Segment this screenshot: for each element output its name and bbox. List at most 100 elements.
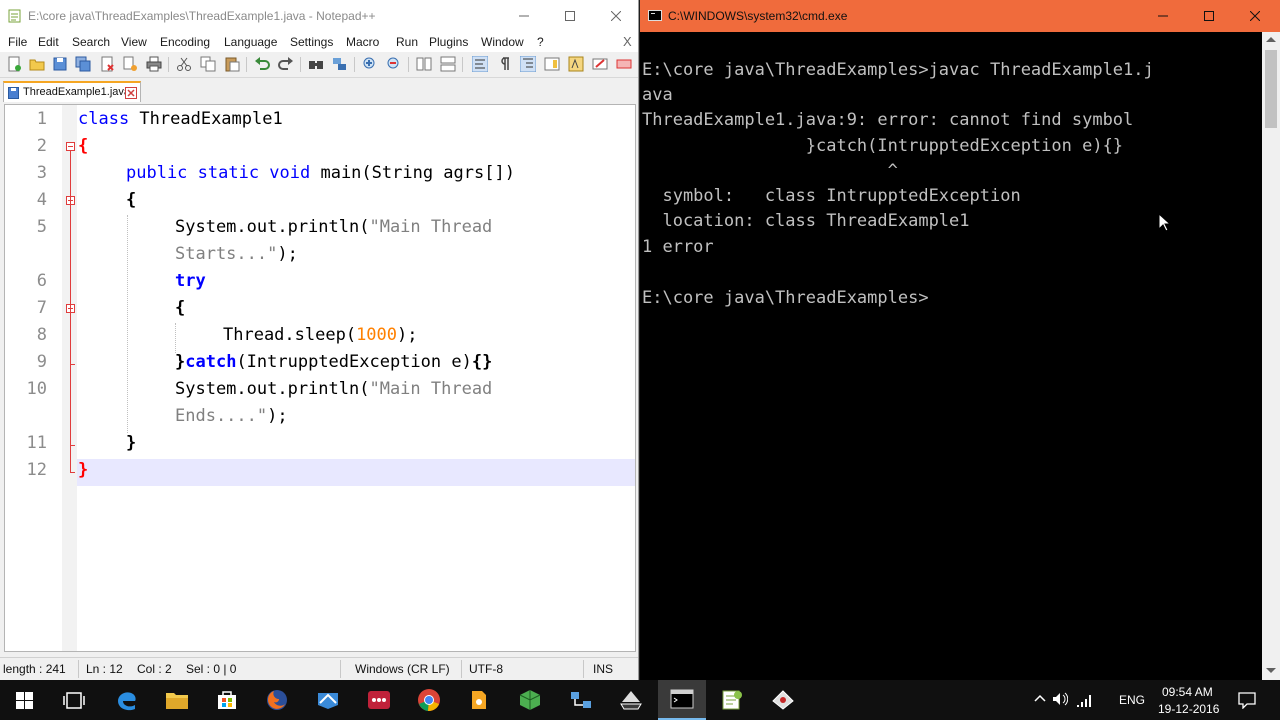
line-number: 12 <box>26 460 47 480</box>
find-icon[interactable] <box>308 56 324 72</box>
menu-run[interactable]: Run <box>396 35 418 49</box>
brace: } <box>78 460 89 480</box>
clock-time[interactable]: 09:54 AM <box>1162 685 1213 699</box>
tab-close-icon[interactable] <box>125 87 137 99</box>
wifi-icon[interactable] <box>1076 692 1092 708</box>
menu-view[interactable]: View <box>121 35 147 49</box>
indent-guide-icon[interactable] <box>520 56 536 72</box>
save-icon[interactable] <box>52 56 68 72</box>
menu-edit[interactable]: Edit <box>38 35 59 49</box>
task-view-button[interactable] <box>50 680 98 720</box>
status-separator <box>78 660 79 678</box>
menu-plugins[interactable]: Plugins <box>429 35 468 49</box>
status-length: length : 241 <box>3 662 66 676</box>
sync-horizontal-icon[interactable] <box>440 56 456 72</box>
macro-record-icon[interactable] <box>592 56 608 72</box>
taskbar-edge[interactable] <box>103 680 151 720</box>
menu-search[interactable]: Search <box>72 35 110 49</box>
toolbar-separator <box>168 57 169 72</box>
menu-encoding[interactable]: Encoding <box>160 35 210 49</box>
maximize-button[interactable] <box>547 0 593 32</box>
copy-icon[interactable] <box>200 56 216 72</box>
close-window-button[interactable] <box>593 0 638 32</box>
cmd-maximize-button[interactable] <box>1186 0 1232 32</box>
status-encoding[interactable]: UTF-8 <box>469 662 503 676</box>
code-line-2: { <box>78 136 88 156</box>
scroll-thumb[interactable] <box>1265 50 1277 128</box>
close-icon <box>611 11 621 21</box>
tab-label: ThreadExample1.java <box>23 86 131 98</box>
notepad-title-bar[interactable]: E:\core java\ThreadExamples\ThreadExampl… <box>0 0 638 32</box>
notepad-app-icon <box>8 9 21 23</box>
cmd-close-button[interactable] <box>1232 0 1278 32</box>
cmd-console-output[interactable]: E:\core java\ThreadExamples>javac Thread… <box>640 32 1262 680</box>
show-all-characters-icon[interactable] <box>496 56 512 72</box>
paste-icon[interactable] <box>224 56 240 72</box>
taskbar-chrome[interactable] <box>405 680 453 720</box>
close-file-icon[interactable] <box>99 56 115 72</box>
close-all-icon[interactable] <box>122 56 138 72</box>
minimize-button[interactable] <box>501 0 547 32</box>
taskbar-file-explorer[interactable] <box>153 680 201 720</box>
line-number: 4 <box>36 190 47 210</box>
menu-file[interactable]: File <box>8 35 27 49</box>
replace-icon[interactable] <box>332 56 348 72</box>
scroll-up-arrow-icon[interactable] <box>1266 37 1276 42</box>
menu-language[interactable]: Language <box>224 35 277 49</box>
print-icon[interactable] <box>146 56 162 72</box>
line-number: 8 <box>36 325 47 345</box>
save-all-icon[interactable] <box>75 56 91 72</box>
document-map-icon[interactable] <box>544 56 560 72</box>
line-number: 1 <box>36 109 47 129</box>
cmd-scrollbar[interactable] <box>1262 32 1280 680</box>
input-language[interactable]: ENG <box>1119 693 1145 707</box>
taskbar-app-green[interactable] <box>506 680 554 720</box>
new-file-icon[interactable] <box>6 56 22 72</box>
start-button[interactable] <box>0 680 48 720</box>
taskbar-app-orange[interactable] <box>455 680 503 720</box>
code-editor[interactable]: 1 2 3 4 5 6 7 8 9 10 11 12 class ThreadE… <box>4 104 636 652</box>
taskbar-firefox[interactable] <box>253 680 301 720</box>
keyword: catch <box>185 352 237 372</box>
menu-settings[interactable]: Settings <box>290 35 333 49</box>
zoom-out-icon[interactable] <box>386 56 402 72</box>
word-wrap-icon[interactable] <box>472 56 488 72</box>
console-line: location: class ThreadExample1 <box>642 211 970 231</box>
fold-line <box>70 151 71 472</box>
cut-icon[interactable] <box>176 56 192 72</box>
taskbar-app-red[interactable] <box>355 680 403 720</box>
redo-icon[interactable] <box>278 56 294 72</box>
fold-toggle-class[interactable] <box>66 142 75 151</box>
taskbar-notepad-plus-plus[interactable] <box>708 680 756 720</box>
taskbar-app-boat[interactable] <box>607 680 655 720</box>
taskbar-cmd[interactable] <box>658 680 706 720</box>
notepad-plus-plus-icon <box>722 690 742 710</box>
scroll-down-arrow-icon[interactable] <box>1266 668 1276 673</box>
taskbar-app-blue[interactable] <box>304 680 352 720</box>
status-eol[interactable]: Windows (CR LF) <box>355 662 450 676</box>
cmd-minimize-button[interactable] <box>1140 0 1186 32</box>
sync-vertical-icon[interactable] <box>416 56 432 72</box>
open-folder-icon[interactable] <box>29 56 45 72</box>
tab-threadexample1-java[interactable]: ThreadExample1.java <box>3 81 141 102</box>
undo-icon[interactable] <box>254 56 270 72</box>
notification-center-icon[interactable] <box>1238 691 1256 709</box>
show-hidden-icons-chevron-icon[interactable] <box>1034 693 1046 705</box>
close-document-button[interactable]: X <box>623 34 632 49</box>
volume-icon[interactable] <box>1052 691 1068 707</box>
console-line: ThreadExample1.java:9: error: cannot fin… <box>642 110 1134 130</box>
function-list-icon[interactable] <box>568 56 584 72</box>
taskbar-app-hat[interactable] <box>759 680 807 720</box>
menu-help[interactable]: ? <box>537 35 544 49</box>
status-insert-mode[interactable]: INS <box>593 662 613 676</box>
cmd-title-bar[interactable]: C:\WINDOWS\system32\cmd.exe <box>640 0 1280 32</box>
macro-stop-icon[interactable] <box>616 56 632 72</box>
menu-macro[interactable]: Macro <box>346 35 379 49</box>
taskbar-store[interactable] <box>203 680 251 720</box>
clock-date[interactable]: 19-12-2016 <box>1158 702 1219 716</box>
taskbar-network-app[interactable] <box>557 680 605 720</box>
menu-window[interactable]: Window <box>481 35 524 49</box>
task-view-icon <box>63 691 85 709</box>
code-line-7: { <box>175 298 185 318</box>
zoom-in-icon[interactable] <box>362 56 378 72</box>
